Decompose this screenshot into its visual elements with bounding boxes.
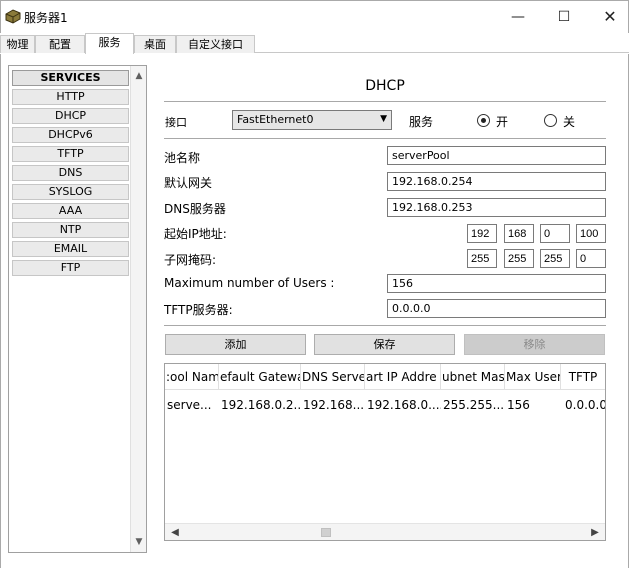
table-cell: 0.0.0.0 bbox=[565, 398, 605, 412]
tab-services[interactable]: 服务 bbox=[85, 33, 134, 54]
table-cell: 156 bbox=[507, 398, 530, 412]
column-header-start-ip[interactable]: art IP Addre bbox=[365, 364, 441, 390]
table-cell: 192.168.0.... bbox=[367, 398, 441, 412]
column-header-pool-name[interactable]: :ool Nam bbox=[165, 364, 219, 390]
table-cell: 192.168.... bbox=[303, 398, 365, 412]
tftp-server-label: TFTP服务器: bbox=[164, 303, 233, 317]
server-app-icon bbox=[5, 9, 21, 24]
divider bbox=[164, 325, 606, 326]
scroll-right-icon[interactable]: ▶ bbox=[587, 524, 603, 540]
tab-config[interactable]: 配置 bbox=[35, 35, 85, 53]
sidebar-item-dhcpv6[interactable]: DHCPv6 bbox=[12, 127, 129, 143]
start-ip-label: 起始IP地址: bbox=[164, 227, 227, 241]
service-off-label: 关 bbox=[563, 115, 576, 129]
column-header-subnet-mask[interactable]: ubnet Mas bbox=[441, 364, 505, 390]
sidebar-item-aaa[interactable]: AAA bbox=[12, 203, 129, 219]
table-cell: 192.168.0.2... bbox=[221, 398, 301, 412]
maximize-button[interactable]: ☐ bbox=[541, 5, 587, 29]
divider bbox=[164, 138, 606, 139]
subnet-mask-label: 子网掩码: bbox=[164, 253, 217, 267]
start-ip-octet-1[interactable] bbox=[467, 224, 497, 243]
remove-button[interactable]: 移除 bbox=[464, 334, 605, 355]
subnet-octet-3[interactable] bbox=[540, 249, 570, 268]
column-header-default-gateway[interactable]: efault Gatewa bbox=[219, 364, 301, 390]
sidebar-item-ftp[interactable]: FTP bbox=[12, 260, 129, 276]
table-cell: serve... bbox=[167, 398, 212, 412]
tab-desktop[interactable]: 桌面 bbox=[134, 35, 176, 53]
service-on-radio[interactable] bbox=[477, 114, 490, 127]
close-button[interactable]: ✕ bbox=[587, 5, 629, 29]
main-panel: SERVICES HTTP DHCP DHCPv6 TFTP DNS SYSLO… bbox=[0, 54, 629, 568]
tab-physical[interactable]: 物理 bbox=[0, 35, 35, 53]
sidebar-item-tftp[interactable]: TFTP bbox=[12, 146, 129, 162]
sidebar-item-syslog[interactable]: SYSLOG bbox=[12, 184, 129, 200]
scroll-up-icon[interactable]: ▲ bbox=[131, 68, 147, 84]
service-on-label: 开 bbox=[496, 115, 509, 129]
window-title: 服务器1 bbox=[24, 11, 68, 25]
tab-custom-interface[interactable]: 自定义接口 bbox=[176, 35, 255, 53]
table-header: :ool Nam efault Gatewa DNS Serve art IP … bbox=[165, 364, 605, 390]
sidebar-item-http[interactable]: HTTP bbox=[12, 89, 129, 105]
gateway-input[interactable] bbox=[387, 172, 606, 191]
page-title: DHCP bbox=[365, 78, 405, 94]
column-header-tftp[interactable]: TFTP bbox=[561, 364, 605, 390]
title-bar: 服务器1 — ☐ ✕ bbox=[0, 0, 629, 33]
subnet-octet-1[interactable] bbox=[467, 249, 497, 268]
scroll-left-icon[interactable]: ◀ bbox=[167, 524, 183, 540]
sidebar-item-ntp[interactable]: NTP bbox=[12, 222, 129, 238]
services-header: SERVICES bbox=[12, 70, 129, 86]
subnet-octet-4[interactable] bbox=[576, 249, 606, 268]
table-horizontal-scrollbar[interactable]: ◀ ▶ bbox=[165, 523, 605, 540]
sidebar-item-dns[interactable]: DNS bbox=[12, 165, 129, 181]
column-header-dns-server[interactable]: DNS Serve bbox=[301, 364, 365, 390]
chevron-down-icon: ▼ bbox=[380, 114, 387, 124]
pool-name-label: 池名称 bbox=[164, 151, 201, 165]
start-ip-octet-4[interactable] bbox=[576, 224, 606, 243]
max-users-input[interactable] bbox=[387, 274, 606, 293]
dns-server-input[interactable] bbox=[387, 198, 606, 217]
start-ip-octet-2[interactable] bbox=[504, 224, 534, 243]
add-button[interactable]: 添加 bbox=[165, 334, 306, 355]
service-label: 服务 bbox=[409, 115, 434, 129]
save-button[interactable]: 保存 bbox=[314, 334, 455, 355]
interface-select[interactable]: FastEthernet0 ▼ bbox=[232, 110, 392, 130]
gateway-label: 默认网关 bbox=[164, 176, 213, 190]
scroll-down-icon[interactable]: ▼ bbox=[131, 534, 147, 550]
sidebar-scrollbar[interactable]: ▲ ▼ bbox=[130, 66, 146, 552]
tftp-server-input[interactable] bbox=[387, 299, 606, 318]
tab-bar: 物理 配置 服务 桌面 自定义接口 bbox=[0, 33, 629, 54]
pool-name-input[interactable] bbox=[387, 146, 606, 165]
sidebar-item-dhcp[interactable]: DHCP bbox=[12, 108, 129, 124]
max-users-label: Maximum number of Users : bbox=[164, 276, 335, 290]
subnet-octet-2[interactable] bbox=[504, 249, 534, 268]
start-ip-octet-3[interactable] bbox=[540, 224, 570, 243]
sidebar-item-email[interactable]: EMAIL bbox=[12, 241, 129, 257]
minimize-button[interactable]: — bbox=[495, 5, 541, 29]
column-header-max-users[interactable]: Max User bbox=[505, 364, 561, 390]
divider bbox=[164, 101, 606, 102]
services-sidebar: SERVICES HTTP DHCP DHCPv6 TFTP DNS SYSLO… bbox=[8, 65, 147, 553]
interface-label: 接口 bbox=[165, 116, 187, 129]
table-row[interactable]: serve... 192.168.0.2... 192.168.... 192.… bbox=[165, 392, 605, 418]
table-cell: 255.255.... bbox=[443, 398, 505, 412]
scroll-thumb[interactable] bbox=[321, 528, 331, 537]
pool-table: :ool Nam efault Gatewa DNS Serve art IP … bbox=[164, 363, 606, 541]
interface-select-value: FastEthernet0 bbox=[237, 113, 314, 126]
service-off-radio[interactable] bbox=[544, 114, 557, 127]
dns-server-label: DNS服务器 bbox=[164, 202, 226, 216]
